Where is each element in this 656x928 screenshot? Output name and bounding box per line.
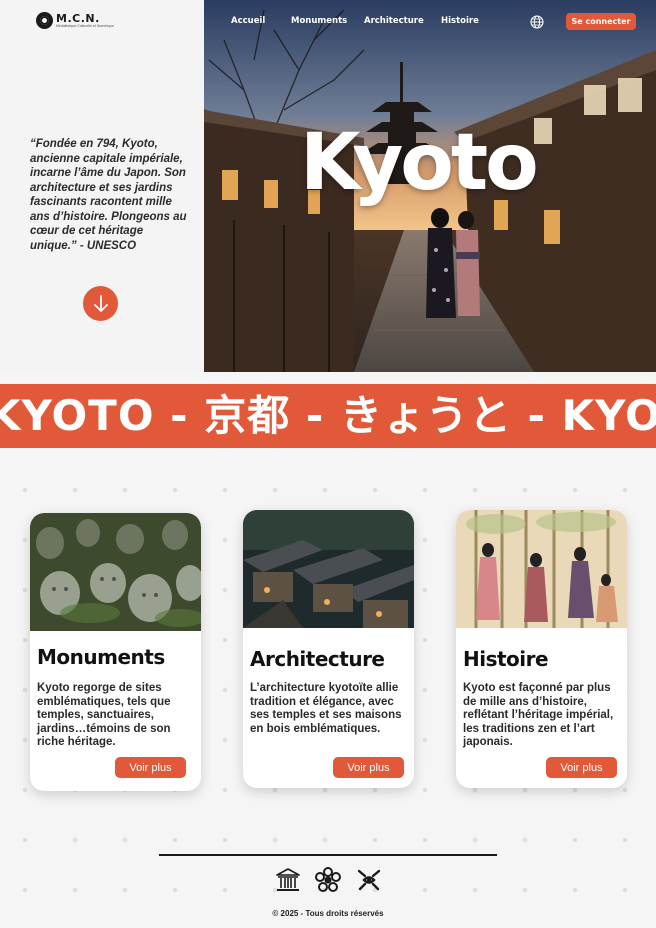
nav-item-architecture[interactable]: Architecture: [364, 16, 424, 26]
login-button[interactable]: Se connecter: [566, 13, 636, 30]
card-monuments: Monuments Kyoto regorge de sites embléma…: [30, 513, 201, 791]
nav-item-accueil[interactable]: Accueil: [231, 16, 265, 26]
hero-quote: “Fondée en 794, Kyoto, ancienne capitale…: [30, 138, 187, 252]
scroll-down-button[interactable]: [83, 286, 118, 321]
hero-image: Kyoto: [204, 0, 656, 372]
banner-text: KYOTO - 京都 - きょうと - KYOTO: [0, 391, 656, 440]
card-monuments-title: Monuments: [37, 645, 165, 669]
card-architecture-image: [243, 510, 414, 628]
kyoto-emblem-icon[interactable]: [314, 866, 342, 894]
card-architecture: Architecture L’architecture kyotoïte all…: [243, 510, 414, 788]
copyright-text: © 2025 - Tous droits réservés: [272, 909, 384, 918]
globe-icon[interactable]: [530, 15, 544, 29]
kyoto-city-seal-icon[interactable]: [355, 866, 383, 894]
nav-item-monuments[interactable]: Monuments: [291, 16, 347, 26]
card-architecture-title: Architecture: [250, 647, 385, 671]
card-histoire-text: Kyoto est façonné par plus de mille ans …: [463, 682, 614, 749]
card-monuments-text: Kyoto regorge de sites emblématiques, te…: [37, 682, 171, 749]
nav-item-histoire[interactable]: Histoire: [441, 16, 479, 26]
card-monuments-image: [30, 513, 201, 631]
arrow-down-icon: [93, 294, 108, 312]
card-histoire: Histoire Kyoto est façonné par plus de m…: [456, 510, 627, 788]
hero-intro-panel: M.C.N. Médiathèque Culturelle et Numériq…: [0, 0, 204, 372]
card-architecture-text: L’architecture kyotoïte allie tradition …: [250, 682, 402, 735]
card-histoire-title: Histoire: [463, 647, 549, 671]
footer-divider: [159, 854, 497, 856]
unesco-temple-icon[interactable]: [274, 866, 302, 894]
card-monuments-button[interactable]: Voir plus: [115, 757, 186, 778]
kyoto-banner: KYOTO - 京都 - きょうと - KYOTO: [0, 384, 656, 448]
main-navigation: Accueil Monuments Architecture Histoire …: [0, 0, 656, 44]
card-histoire-image: [456, 510, 627, 628]
hero-title: Kyoto: [300, 118, 539, 208]
card-architecture-button[interactable]: Voir plus: [333, 757, 404, 778]
card-histoire-button[interactable]: Voir plus: [546, 757, 617, 778]
